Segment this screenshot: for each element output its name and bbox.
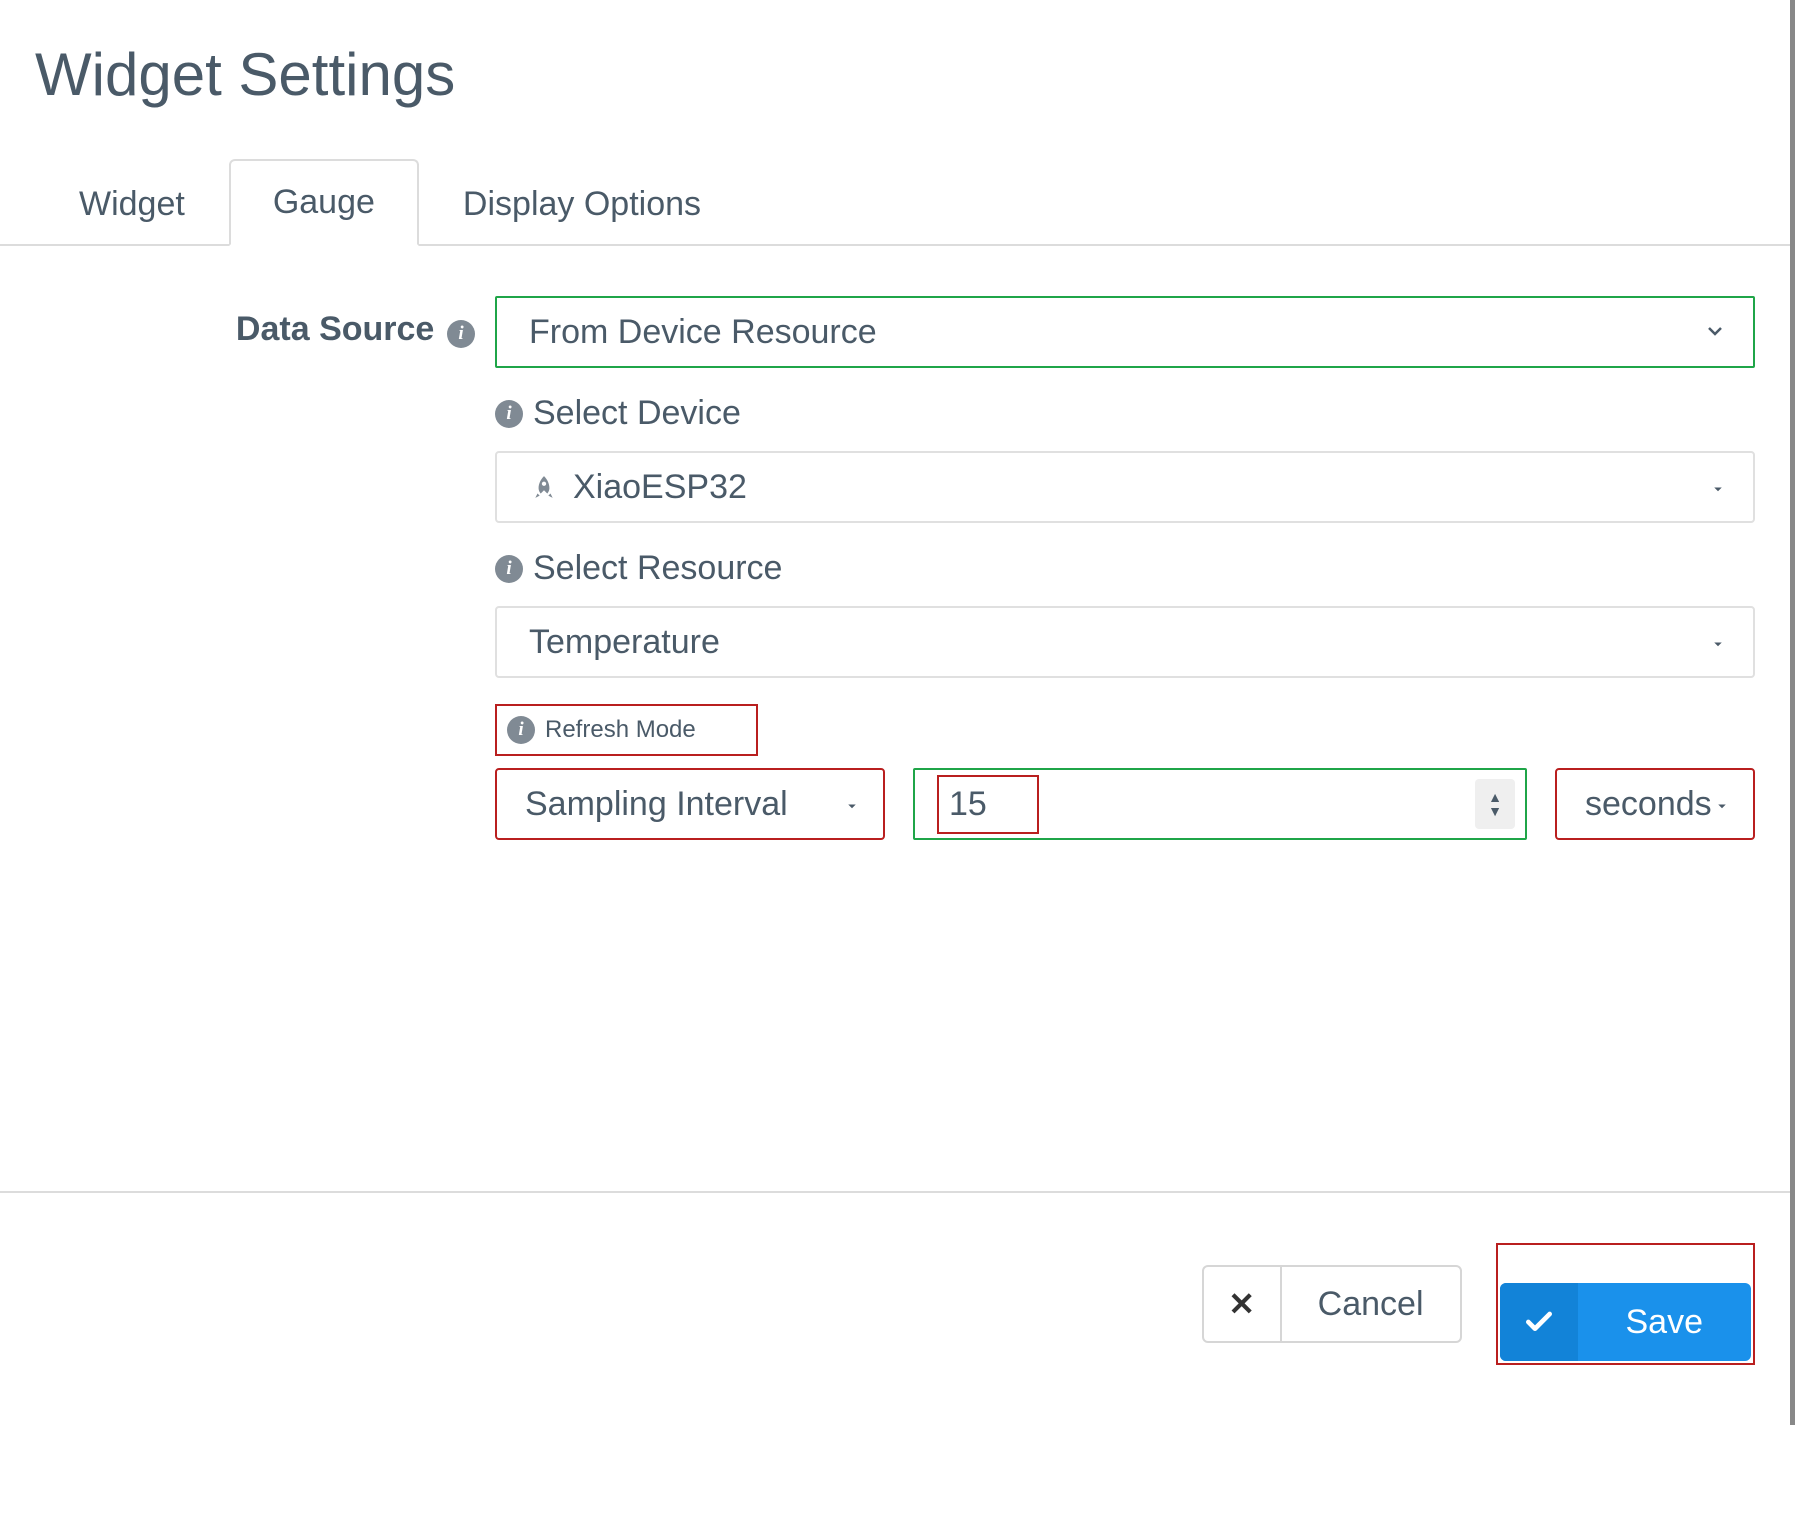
info-icon[interactable]: i bbox=[447, 320, 475, 348]
data-source-value: From Device Resource bbox=[529, 313, 877, 352]
tab-display-options[interactable]: Display Options bbox=[419, 161, 745, 246]
page-title: Widget Settings bbox=[35, 40, 1755, 109]
data-source-label-col: Data Source i bbox=[35, 296, 495, 349]
select-resource-label-row: i Select Resource bbox=[495, 549, 1755, 588]
caret-down-icon bbox=[1709, 468, 1727, 507]
caret-down-icon bbox=[843, 785, 861, 824]
refresh-interval-value-display: 15 bbox=[949, 785, 987, 823]
widget-settings-modal: Widget Settings Widget Gauge Display Opt… bbox=[0, 0, 1795, 1425]
select-device-label: Select Device bbox=[533, 394, 741, 433]
device-value-wrap: XiaoESP32 bbox=[529, 468, 747, 507]
tab-gauge[interactable]: Gauge bbox=[229, 159, 419, 246]
select-device-dropdown[interactable]: XiaoESP32 bbox=[495, 451, 1755, 523]
select-resource-value: Temperature bbox=[529, 623, 720, 662]
tabs-bar: Widget Gauge Display Options bbox=[0, 159, 1790, 246]
info-icon[interactable]: i bbox=[507, 716, 535, 744]
tab-widget-label: Widget bbox=[79, 185, 185, 223]
refresh-mode-value: Sampling Interval bbox=[525, 785, 788, 824]
number-stepper[interactable]: ▲ ▼ bbox=[1475, 779, 1515, 829]
refresh-mode-label-box: i Refresh Mode bbox=[495, 704, 758, 756]
select-resource-dropdown[interactable]: Temperature bbox=[495, 606, 1755, 678]
select-device-label-row: i Select Device bbox=[495, 394, 1755, 433]
select-device-value: XiaoESP32 bbox=[573, 468, 747, 507]
save-highlight-box-top bbox=[1496, 1243, 1756, 1281]
caret-down-icon bbox=[1713, 785, 1731, 824]
refresh-mode-row: Sampling Interval 15 bbox=[495, 768, 1755, 840]
refresh-unit-value: seconds bbox=[1585, 785, 1712, 824]
save-button[interactable]: Save bbox=[1500, 1283, 1752, 1361]
refresh-mode-label: Refresh Mode bbox=[545, 716, 696, 744]
chevron-up-icon: ▲ bbox=[1488, 790, 1502, 804]
close-icon: ✕ bbox=[1204, 1267, 1282, 1341]
cancel-button[interactable]: ✕ Cancel bbox=[1202, 1265, 1462, 1343]
save-label: Save bbox=[1578, 1303, 1752, 1342]
refresh-mode-section: i Refresh Mode Sampling Interval bbox=[495, 704, 1755, 840]
cancel-label: Cancel bbox=[1282, 1285, 1460, 1324]
check-icon bbox=[1500, 1283, 1578, 1361]
modal-footer: ✕ Cancel Save bbox=[0, 1191, 1790, 1425]
info-icon[interactable]: i bbox=[495, 400, 523, 428]
chevron-down-icon: ▼ bbox=[1488, 804, 1502, 818]
data-source-field-col: From Device Resource i Select Device Xia… bbox=[495, 296, 1755, 840]
rocket-icon bbox=[529, 472, 559, 502]
tab-display-options-label: Display Options bbox=[463, 185, 701, 223]
tab-gauge-label: Gauge bbox=[273, 183, 375, 221]
data-source-label: Data Source bbox=[236, 310, 434, 348]
caret-down-icon bbox=[1709, 623, 1727, 662]
chevron-down-icon bbox=[1703, 313, 1727, 352]
refresh-mode-dropdown[interactable]: Sampling Interval bbox=[495, 768, 885, 840]
modal-header: Widget Settings bbox=[0, 0, 1790, 119]
data-source-row: Data Source i From Device Resource i Sel… bbox=[35, 296, 1755, 840]
data-source-select[interactable]: From Device Resource bbox=[495, 296, 1755, 368]
refresh-interval-highlight: 15 bbox=[937, 775, 1039, 834]
info-icon[interactable]: i bbox=[495, 555, 523, 583]
refresh-unit-dropdown[interactable]: seconds bbox=[1555, 768, 1755, 840]
form-content: Data Source i From Device Resource i Sel… bbox=[0, 246, 1790, 1191]
select-resource-label: Select Resource bbox=[533, 549, 782, 588]
tab-widget[interactable]: Widget bbox=[35, 161, 229, 246]
save-highlight-column: Save bbox=[1496, 1243, 1756, 1365]
refresh-interval-input-wrap: 15 ▲ ▼ bbox=[913, 768, 1527, 840]
save-highlight-box: Save bbox=[1496, 1281, 1756, 1365]
